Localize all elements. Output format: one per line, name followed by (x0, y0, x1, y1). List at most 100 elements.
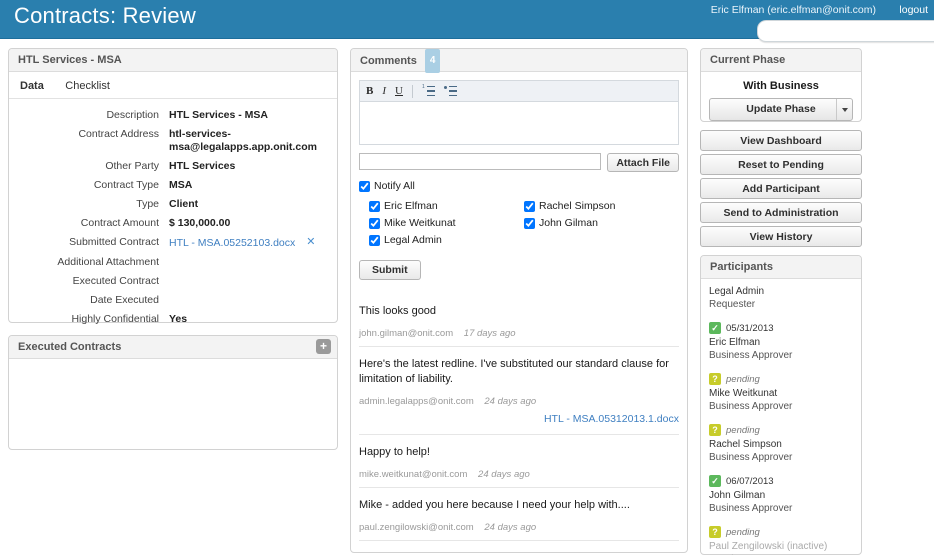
field-row-type: Type Client (9, 198, 329, 211)
comment-meta: paul.zengilowski@onit.com 24 days ago (359, 522, 679, 533)
close-icon[interactable]: ✕ (306, 236, 315, 249)
ordered-list-icon[interactable]: 1 (422, 84, 435, 97)
recipient-label: Mike Weitkunat (384, 217, 456, 229)
comment-attachment-link[interactable]: HTL - MSA.05312013.1.docx (544, 413, 679, 425)
field-label: Type (136, 198, 159, 210)
participant-item: ? pending Mike Weitkunat Business Approv… (709, 373, 853, 413)
comment-text: Mike - added you here because I need you… (359, 499, 630, 511)
recipient-checkbox[interactable] (524, 200, 535, 212)
page-title: Contracts: Review (14, 3, 196, 28)
notify-all-checkbox[interactable] (359, 180, 370, 192)
recipient-rachel-simpson[interactable]: Rachel Simpson (524, 200, 679, 212)
tab-checklist[interactable]: Checklist (57, 78, 119, 95)
participant-role: Business Approver (709, 350, 793, 361)
recipient-checkbox[interactable] (369, 217, 380, 229)
attach-file-row: Attach File (359, 153, 679, 172)
participant-role: Business Approver (709, 503, 793, 514)
send-to-administration-button[interactable]: Send to Administration (700, 202, 862, 223)
field-row-contract-type: Contract Type MSA (9, 179, 329, 192)
comment-attachment: HTL - MSA.05312013.1.docx (359, 409, 679, 427)
submit-button[interactable]: Submit (359, 260, 421, 280)
participants-list: Legal Admin Requester ✓ 05/31/2013 Eric … (701, 279, 861, 555)
field-value: Yes (169, 313, 188, 325)
add-participant-button[interactable]: Add Participant (700, 178, 862, 199)
comment-item: Happy to help! mike.weitkunat@onit.com 2… (359, 445, 679, 488)
field-label: Date Executed (90, 294, 159, 306)
search-input[interactable] (758, 21, 934, 41)
unordered-list-icon[interactable] (443, 85, 457, 97)
attach-file-button[interactable]: Attach File (607, 153, 679, 172)
participant-name: Legal Admin (709, 286, 765, 297)
executed-contracts-title-text: Executed Contracts (18, 341, 122, 353)
logout-link[interactable]: logout (899, 4, 928, 16)
comment-author: mike.weitkunat@onit.com (359, 469, 468, 480)
comment-timestamp: 24 days ago (484, 396, 537, 407)
recipient-label: John Gilman (539, 217, 598, 229)
comment-textarea[interactable] (359, 101, 679, 145)
search-box[interactable] (757, 20, 934, 42)
field-value: HTL Services (169, 160, 236, 172)
executed-contracts-title: Executed Contracts + (9, 336, 337, 359)
field-row-highly-confidential: Highly Confidential Yes (9, 313, 329, 326)
field-label: Contract Type (93, 179, 159, 191)
recipient-john-gilman[interactable]: John Gilman (524, 217, 679, 229)
question-mark-icon: ? (709, 373, 721, 385)
comment-item: Mike - added you here because I need you… (359, 498, 679, 541)
attach-file-input[interactable] (359, 153, 602, 170)
participant-name: Mike Weitkunat (709, 388, 778, 399)
comments-panel: Comments 4 B I U 1 Attach File Notify Al… (350, 48, 688, 553)
participant-name: Rachel Simpson (709, 439, 782, 450)
bold-icon[interactable]: B (366, 81, 373, 101)
comments-title-text: Comments (360, 55, 417, 67)
recipient-mike-weitkunat[interactable]: Mike Weitkunat (369, 217, 524, 229)
participant-item: Legal Admin Requester (709, 285, 853, 311)
comments-count-badge: 4 (424, 49, 441, 73)
question-mark-icon: ? (709, 526, 721, 538)
field-value: htl-services-msa@legalapps.app.onit.com (169, 128, 317, 153)
executed-contracts-panel: Executed Contracts + (8, 335, 338, 450)
update-phase-button[interactable]: Update Phase (709, 98, 853, 121)
contract-tabs: Data Checklist (9, 72, 337, 99)
participant-item: ? pending Paul Zengilowski (inactive) Le… (709, 526, 853, 555)
reset-to-pending-button[interactable]: Reset to Pending (700, 154, 862, 175)
participant-item: ? pending Rachel Simpson Business Approv… (709, 424, 853, 464)
participant-status: ✓ 06/07/2013 (709, 475, 853, 487)
view-history-button[interactable]: View History (700, 226, 862, 247)
recipient-checkbox[interactable] (369, 234, 380, 246)
recipient-label: Rachel Simpson (539, 200, 616, 212)
participant-item: ✓ 05/31/2013 Eric Elfman Business Approv… (709, 322, 853, 362)
participant-status: ? pending (709, 526, 853, 538)
recipient-checkbox[interactable] (369, 200, 380, 212)
field-label: Highly Confidential (71, 313, 159, 325)
field-row-additional-attachment: Additional Attachment (9, 256, 329, 269)
view-dashboard-button[interactable]: View Dashboard (700, 130, 862, 151)
chevron-down-icon[interactable] (836, 99, 852, 120)
update-phase-label: Update Phase (746, 103, 816, 115)
field-label: Additional Attachment (57, 256, 159, 268)
editor-toolbar: B I U 1 (359, 80, 679, 101)
field-row-contract-amount: Contract Amount $ 130,000.00 (9, 217, 329, 230)
participant-role: Requester (709, 299, 756, 310)
check-icon: ✓ (709, 322, 721, 334)
field-label: Submitted Contract (69, 236, 159, 248)
submitted-contract-link[interactable]: HTL - MSA.05252103.docx (169, 237, 295, 249)
recipient-eric-elfman[interactable]: Eric Elfman (369, 200, 524, 212)
tab-data[interactable]: Data (18, 78, 53, 95)
field-row-executed-contract: Executed Contract (9, 275, 329, 288)
participant-role: Business Approver (709, 401, 793, 412)
comment-item: Here's the latest redline. I've substitu… (359, 357, 679, 435)
current-user-label: Eric Elfman (eric.elfman@onit.com) (710, 4, 876, 16)
plus-icon[interactable]: + (316, 339, 331, 354)
field-value: HTL Services - MSA (169, 109, 269, 121)
current-phase-panel: Current Phase With Business Update Phase (700, 48, 862, 122)
field-label: Contract Amount (80, 217, 159, 229)
recipient-checkbox[interactable] (524, 217, 535, 229)
recipient-legal-admin[interactable]: Legal Admin (369, 234, 524, 246)
italic-icon[interactable]: I (382, 81, 386, 101)
field-label: Contract Address (78, 128, 159, 140)
participant-item: ✓ 06/07/2013 John Gilman Business Approv… (709, 475, 853, 515)
underline-icon[interactable]: U (395, 81, 403, 101)
participant-approval-date: 05/31/2013 (726, 322, 774, 334)
comments-panel-title: Comments 4 (351, 49, 687, 73)
contract-panel-title: HTL Services - MSA (9, 49, 337, 72)
